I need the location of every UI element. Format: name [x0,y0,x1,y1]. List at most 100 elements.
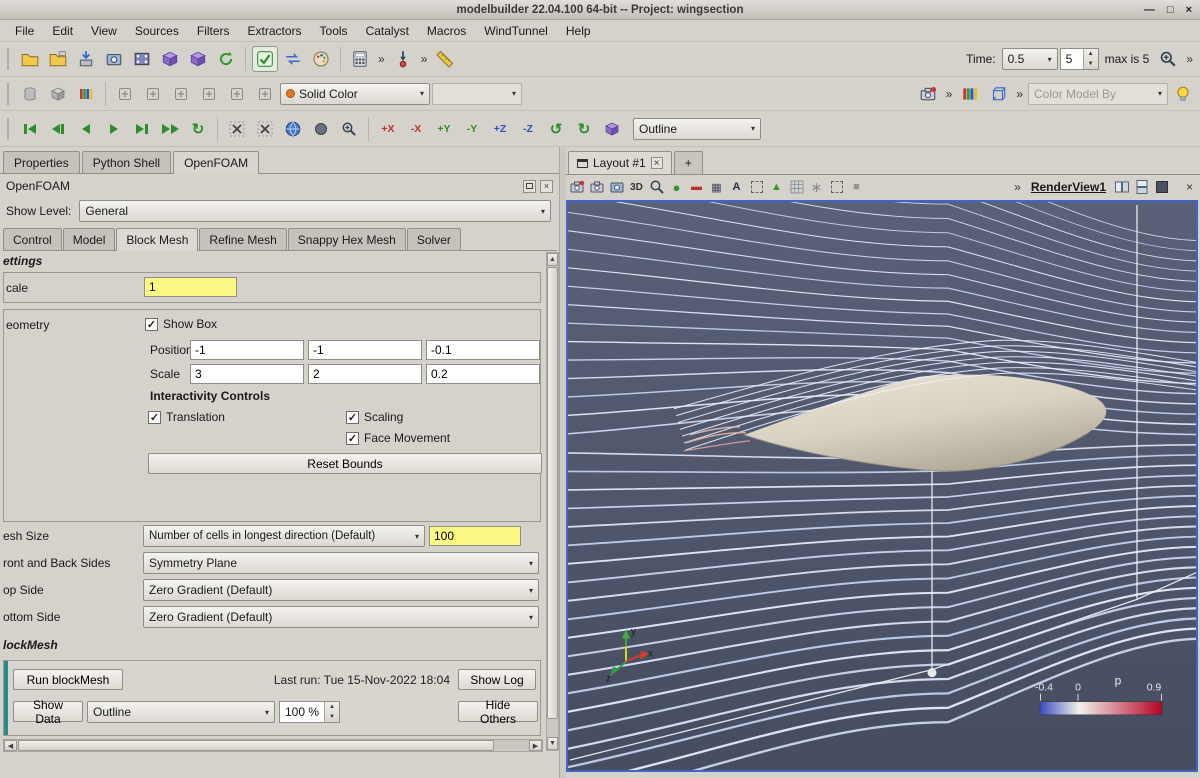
subtab-block-mesh[interactable]: Block Mesh [116,228,198,251]
set-view-minus-z-button[interactable]: -Z [515,116,541,142]
hide-others-button[interactable]: Hide Others [458,701,538,722]
show-log-button[interactable]: Show Log [458,669,536,690]
menu-extractors[interactable]: Extractors [239,21,311,41]
face-movement-checkbox[interactable]: Face Movement [346,431,450,445]
overflow-button[interactable]: » [1011,180,1024,194]
set-view-plus-y-button[interactable]: +Y [431,116,457,142]
split-horizontal-button[interactable] [1113,179,1130,196]
copy-screenshot-icon[interactable] [588,179,605,196]
scale-input[interactable] [144,277,237,297]
outline-representation-combo[interactable]: Outline [633,118,761,140]
rescale-visible-icon[interactable] [224,81,250,107]
blockmesh-representation-combo[interactable]: Outline [87,701,275,723]
save-data-icon[interactable] [73,46,99,72]
axes-grid-icon[interactable] [985,81,1011,107]
overflow-button[interactable]: » [943,87,956,101]
save-screenshot-icon[interactable] [101,46,127,72]
calculator-icon[interactable] [347,46,373,72]
save-state-icon[interactable] [185,46,211,72]
subtab-solver[interactable]: Solver [407,228,461,250]
position-y-input[interactable] [308,340,422,360]
block-colors-icon[interactable] [73,81,99,107]
menu-catalyst[interactable]: Catalyst [357,21,418,41]
rotate-90-ccw-button[interactable]: ↺ [543,116,569,142]
close-button[interactable]: × [1186,4,1192,16]
scale-z-input[interactable] [426,364,540,384]
loop-button[interactable]: ↻ [185,116,211,142]
scale-x-input[interactable] [190,364,304,384]
select-box-icon[interactable] [748,179,765,196]
tab-openfoam[interactable]: OpenFOAM [173,151,259,174]
scale-y-input[interactable] [308,364,422,384]
capture-view-icon[interactable] [608,179,625,196]
overflow-button[interactable]: » [1013,87,1026,101]
last-frame-button[interactable] [157,116,183,142]
placeholder-icon[interactable]: ■ [848,179,865,196]
rescale-custom-icon[interactable] [196,81,222,107]
step-back-button[interactable] [73,116,99,142]
horizontal-scrollbar[interactable] [3,739,543,752]
select-cells-icon[interactable] [224,116,250,142]
close-panel-button[interactable]: × [540,180,553,193]
front-back-sides-combo[interactable]: Symmetry Plane [143,552,539,574]
render-mode-icon[interactable] [308,116,334,142]
title-bar[interactable]: modelbuilder 22.04.100 64-bit -- Project… [0,0,1200,20]
mesh-size-combo[interactable]: Number of cells in longest direction (De… [143,525,425,547]
menu-windtunnel[interactable]: WindTunnel [475,21,557,41]
text-annotation-icon[interactable]: A [728,179,745,196]
toolbar-grip[interactable] [7,83,12,105]
menu-filters[interactable]: Filters [188,21,239,41]
scroll-right-button[interactable] [529,740,542,751]
tab-properties[interactable]: Properties [3,151,80,173]
toolbar-grip[interactable] [7,48,12,70]
scroll-up-button[interactable] [547,253,558,266]
subtab-control[interactable]: Control [3,228,62,250]
rescale-temporal-icon[interactable] [252,81,278,107]
bottom-side-combo[interactable]: Zero Gradient (Default) [143,606,539,628]
color-palette-icon[interactable] [308,46,334,72]
rotate-90-cw-button[interactable]: ↻ [571,116,597,142]
edit-color-map-icon[interactable] [140,81,166,107]
menu-edit[interactable]: Edit [43,21,82,41]
overflow-button[interactable]: » [418,52,431,66]
open-recent-icon[interactable] [45,46,71,72]
close-layout-icon[interactable]: × [651,157,663,169]
menu-macros[interactable]: Macros [418,21,475,41]
minimize-button[interactable]: — [1144,4,1155,16]
subtab-model[interactable]: Model [63,228,116,250]
view-zoom-icon[interactable] [648,179,665,196]
new-layout-tab[interactable]: + [674,151,703,174]
set-view-plus-x-button[interactable]: +X [375,116,401,142]
reset-camera-icon[interactable] [280,116,306,142]
scroll-left-button[interactable] [4,740,17,751]
show-level-combo[interactable]: General [79,200,551,222]
solid-color-combo[interactable]: Solid Color [280,83,430,105]
show-data-button[interactable]: Show Data [13,701,83,722]
open-file-icon[interactable] [17,46,43,72]
probe-location-icon[interactable] [390,46,416,72]
opacity-icon[interactable]: ∗ [808,179,825,196]
position-z-input[interactable] [426,340,540,360]
zoom-to-data-icon[interactable] [1155,46,1181,72]
vertical-scrollbar[interactable] [546,252,559,751]
vertical-scrollbar-thumb[interactable] [547,267,558,719]
representation-visibility-icon[interactable] [17,81,43,107]
link-camera-icon[interactable] [915,81,941,107]
probe-tree-icon[interactable]: ▲ [768,179,785,196]
hide-center-icon[interactable]: ▬ [688,179,705,196]
ruler-icon[interactable] [432,46,458,72]
color-preset-icon[interactable] [957,81,983,107]
center-rotation-icon[interactable]: ● [668,179,685,196]
render-view-title[interactable]: RenderView1 [1027,180,1110,194]
maximize-view-button[interactable] [1153,179,1170,196]
select-frustum-icon[interactable] [828,179,845,196]
play-button[interactable] [101,116,127,142]
run-blockmesh-button[interactable]: Run blockMesh [13,669,123,690]
menu-view[interactable]: View [82,21,126,41]
grid-axes-icon[interactable] [788,179,805,196]
rescale-to-data-icon[interactable] [168,81,194,107]
tab-layout-1[interactable]: Layout #1 × [568,151,672,174]
position-x-input[interactable] [190,340,304,360]
auto-apply-toggle[interactable] [252,46,278,72]
set-view-minus-x-button[interactable]: -X [403,116,429,142]
